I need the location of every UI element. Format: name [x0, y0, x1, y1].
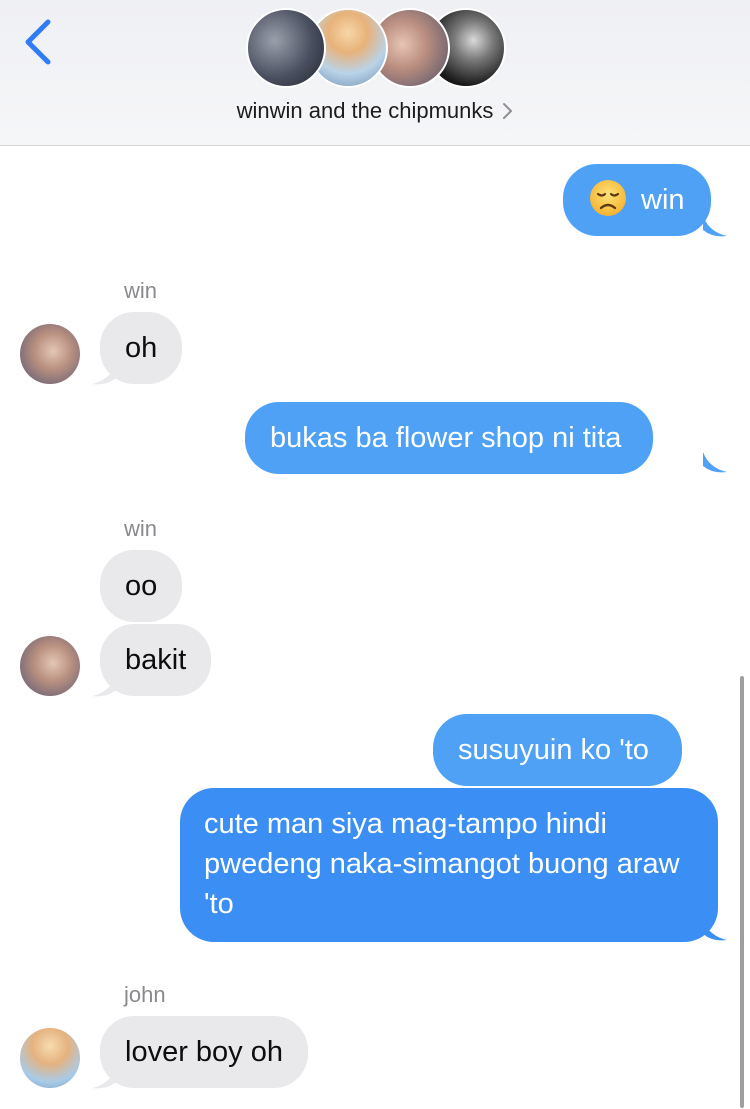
messages-screen: winwin and the chipmunks win win oh buka… [0, 0, 750, 1109]
sender-name: john [124, 982, 166, 1007]
group-member-avatar[interactable] [246, 8, 326, 88]
message-bubble-incoming[interactable]: oo [100, 550, 183, 622]
conversation-header: winwin and the chipmunks [0, 0, 750, 146]
group-avatars[interactable] [246, 6, 506, 90]
chevron-right-icon [503, 103, 513, 119]
sender-avatar[interactable] [20, 1028, 80, 1088]
chevron-left-icon[interactable] [18, 16, 62, 68]
bubble-tail [703, 216, 727, 237]
message-text: bukas ba flower shop ni tita [270, 422, 622, 454]
message-bubble-incoming[interactable]: oh [100, 312, 183, 384]
message-text: lover boy oh [125, 1036, 283, 1068]
group-title-button[interactable]: winwin and the chipmunks [0, 96, 750, 126]
sender-avatar[interactable] [20, 636, 80, 696]
group-name: winwin and the chipmunks [236, 98, 494, 123]
bubble-tail [703, 452, 727, 473]
message-bubble-incoming[interactable]: lover boy oh [100, 1016, 308, 1088]
bubble-tail [703, 920, 727, 941]
message-bubble-incoming[interactable]: bakit [100, 624, 212, 696]
back-button[interactable] [18, 16, 62, 68]
disappointed-face-icon [590, 180, 626, 217]
sender-name: win [124, 278, 158, 303]
message-bubble-outgoing[interactable]: bukas ba flower shop ni tita [245, 402, 654, 474]
message-text: oh [125, 332, 158, 364]
message-text: oo [125, 570, 158, 602]
sender-name: win [124, 516, 158, 541]
message-text: win [641, 184, 685, 216]
scrollbar[interactable] [740, 676, 744, 1108]
message-text: bakit [125, 644, 187, 676]
message-bubble-outgoing[interactable]: susuyuin ko 'to [433, 714, 682, 786]
sender-avatar[interactable] [20, 324, 80, 384]
message-bubble-outgoing[interactable]: cute man siya mag-tampo hindi pwedeng na… [180, 788, 718, 942]
message-text: susuyuin ko 'to [458, 734, 649, 766]
message-bubble-outgoing[interactable]: win [563, 164, 711, 237]
message-text: cute man siya mag-tampo hindi pwedeng na… [204, 808, 680, 920]
